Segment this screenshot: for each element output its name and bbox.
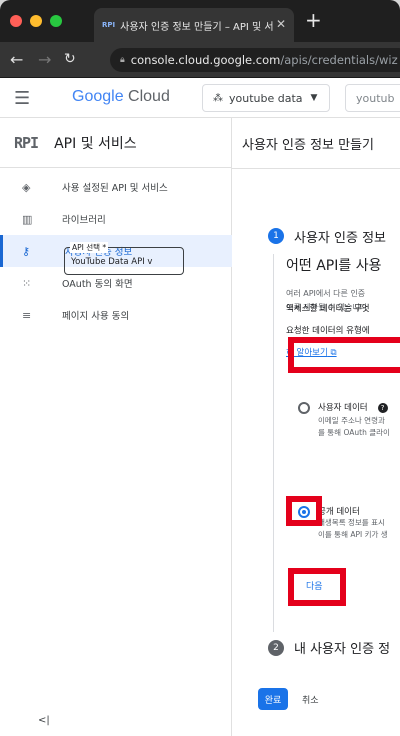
browser-tab[interactable]: RPI 사용자 인증 정보 만들기 – API 및 서 ✕ bbox=[94, 8, 294, 42]
sidebar-header: RPI API 및 서비스 bbox=[0, 118, 231, 168]
new-tab-button[interactable]: + bbox=[305, 10, 322, 30]
search-text: youtub bbox=[356, 91, 395, 105]
minimize-window-button[interactable] bbox=[30, 15, 42, 27]
project-name: youtube data bbox=[229, 91, 303, 105]
sidebar-item-label: OAuth 동의 화면 bbox=[62, 279, 133, 290]
back-arrow-icon[interactable]: ← bbox=[10, 50, 23, 69]
api-select-label: API 선택 * bbox=[70, 242, 109, 253]
close-window-button[interactable] bbox=[10, 15, 22, 27]
url-path: /apis/credentials/wiz bbox=[280, 53, 398, 67]
user-data-label-text: 사용자 데이터 bbox=[318, 403, 368, 413]
help-icon[interactable]: ? bbox=[377, 402, 388, 413]
logo-google: Google bbox=[72, 88, 124, 105]
done-button[interactable]: 완료 bbox=[258, 688, 288, 710]
dropdown-arrow-icon: ▼ bbox=[310, 93, 318, 103]
api-logo-icon: RPI bbox=[14, 133, 39, 152]
sidebar-item-page-consent[interactable]: ≡ 페이지 사용 동의 bbox=[0, 299, 232, 331]
collapse-sidebar-button[interactable]: <| bbox=[38, 715, 50, 726]
api-select-value: YouTube Data API v bbox=[71, 257, 153, 267]
address-bar-row: ← → ↻ 🔒︎ console.cloud.google.com/apis/c… bbox=[0, 42, 400, 78]
data-question: 액세스할 데이터는 무엇 bbox=[286, 304, 370, 314]
step1-title: 사용자 인증 정보 bbox=[294, 231, 386, 246]
enabled-apis-icon: ◈ bbox=[22, 180, 31, 194]
oauth-consent-icon: ⁙ bbox=[22, 276, 32, 290]
key-icon: ⚷ bbox=[22, 244, 31, 258]
sidebar-title: API 및 서비스 bbox=[54, 135, 137, 152]
sidebar-item-label: 페이지 사용 동의 bbox=[62, 311, 130, 322]
api-description-line1: 여러 API에서 다른 인증 bbox=[286, 289, 366, 298]
reload-icon[interactable]: ↻ bbox=[64, 51, 76, 67]
lock-icon: 🔒︎ bbox=[120, 55, 125, 65]
page-consent-icon: ≡ bbox=[22, 308, 32, 322]
maximize-window-button[interactable] bbox=[50, 15, 62, 27]
browser-window: RPI 사용자 인증 정보 만들기 – API 및 서 ✕ + ← → ↻ 🔒︎… bbox=[0, 0, 400, 736]
search-input[interactable]: youtub bbox=[345, 84, 400, 112]
highlight-next-button bbox=[288, 568, 346, 606]
api-question-title: 어떤 API를 사용 bbox=[286, 258, 382, 274]
library-icon: ▥ bbox=[22, 212, 33, 226]
sidebar: RPI API 및 서비스 ◈ 사용 설정된 API 및 서비스 ▥ 라이브러리… bbox=[0, 118, 232, 736]
step2-badge: 2 bbox=[268, 640, 284, 656]
sidebar-item-label: 라이브러리 bbox=[62, 215, 106, 226]
page-title: 사용자 인증 정보 만들기 bbox=[242, 138, 374, 153]
step-connector-line bbox=[273, 254, 274, 632]
highlight-api-select bbox=[288, 337, 400, 373]
user-data-desc-line1: 이메일 주소나 연령과 bbox=[318, 416, 385, 425]
tab-title: 사용자 인증 정보 만들기 – API 및 서 bbox=[120, 21, 274, 33]
sidebar-item-enabled-apis[interactable]: ◈ 사용 설정된 API 및 서비스 bbox=[0, 171, 232, 203]
tab-favicon-icon: RPI bbox=[102, 21, 116, 29]
title-divider bbox=[232, 168, 400, 169]
sidebar-item-library[interactable]: ▥ 라이브러리 bbox=[0, 203, 232, 235]
cancel-button[interactable]: 취소 bbox=[302, 693, 319, 706]
user-data-desc-line2: 를 통해 OAuth 클라이 bbox=[318, 428, 390, 437]
forward-arrow-icon[interactable]: → bbox=[38, 50, 51, 69]
public-data-desc-line2: 이를 통해 API 키가 생 bbox=[318, 530, 388, 539]
google-cloud-logo[interactable]: Google Cloud bbox=[72, 88, 170, 106]
user-data-label[interactable]: 사용자 데이터? bbox=[318, 401, 388, 413]
console-header: ☰ Google Cloud ⁂ youtube data ▼ youtub bbox=[0, 78, 400, 118]
step2-title: 내 사용자 인증 정 bbox=[294, 642, 391, 657]
menu-icon[interactable]: ☰ bbox=[14, 88, 30, 109]
step1-badge: 1 bbox=[268, 228, 284, 244]
data-description: 요청한 데이터의 유형에 bbox=[286, 326, 370, 336]
sidebar-item-label: 사용 설정된 API 및 서비스 bbox=[62, 183, 168, 194]
tab-bar: RPI 사용자 인증 정보 만들기 – API 및 서 ✕ + bbox=[0, 0, 400, 42]
project-icon: ⁂ bbox=[213, 92, 223, 104]
user-data-radio[interactable] bbox=[298, 402, 310, 414]
public-data-desc-line1: 재생목록 정보를 표시 bbox=[318, 518, 385, 527]
url-host: console.cloud.google.com bbox=[130, 53, 281, 67]
project-selector[interactable]: ⁂ youtube data ▼ bbox=[202, 84, 330, 112]
highlight-public-data-radio bbox=[286, 496, 322, 526]
logo-cloud: Cloud bbox=[123, 88, 170, 105]
url-input[interactable]: 🔒︎ console.cloud.google.com/apis/credent… bbox=[110, 48, 400, 72]
tab-close-icon[interactable]: ✕ bbox=[276, 17, 286, 31]
public-data-label[interactable]: 공개 데이터 bbox=[318, 505, 360, 517]
